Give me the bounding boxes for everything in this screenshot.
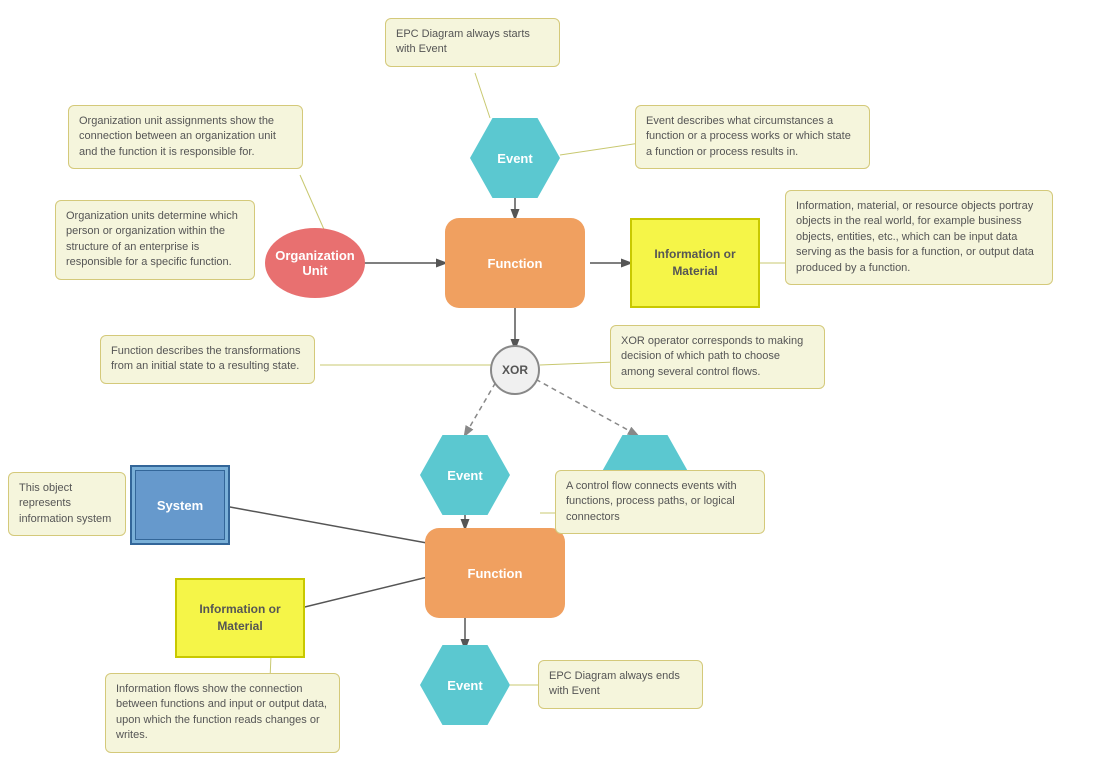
function-top-node: Function [445, 218, 585, 308]
system-label: System [130, 465, 230, 545]
xor-node: XOR [490, 345, 540, 395]
function-bottom-node: Function [425, 528, 565, 618]
event-bottom-shape: Event [420, 645, 510, 725]
callout-info-material-text: Information, material, or resource objec… [796, 200, 1034, 274]
callout-info-material: Information, material, or resource objec… [785, 190, 1053, 285]
callout-org-assignments-text: Organization unit assignments show the c… [79, 115, 276, 158]
callout-org-determine: Organization units determine which perso… [55, 200, 255, 280]
info-material-bottom-node: Information or Material [175, 578, 305, 658]
info-material-bottom-label: Information or Material [199, 601, 280, 635]
callout-org-assignments: Organization unit assignments show the c… [68, 105, 303, 169]
event-mid-left-shape: Event [420, 435, 510, 515]
callout-epc-ends-text: EPC Diagram always ends with Event [549, 670, 680, 697]
callout-function-describes: Function describes the transformations f… [100, 335, 315, 384]
event-top-label: Event [497, 151, 532, 166]
org-unit-label: Organization Unit [275, 248, 354, 278]
system-node: System [130, 465, 230, 545]
callout-xor-text: XOR operator corresponds to making decis… [621, 335, 803, 378]
info-material-top-label: Information or Material [654, 246, 735, 280]
event-mid-left-node: Event [420, 435, 510, 515]
callout-function-describes-text: Function describes the transformations f… [111, 345, 301, 372]
callout-info-flows: Information flows show the connection be… [105, 673, 340, 753]
xor-label: XOR [502, 363, 528, 377]
callout-this-object-text: This object represents information syste… [19, 482, 111, 525]
callout-event-describes-text: Event describes what circumstances a fun… [646, 115, 851, 158]
org-unit-node: Organization Unit [265, 228, 365, 298]
callout-epc-ends: EPC Diagram always ends with Event [538, 660, 703, 709]
event-top-node: Event [470, 118, 560, 198]
callout-event-describes: Event describes what circumstances a fun… [635, 105, 870, 169]
event-top-shape: Event [470, 118, 560, 198]
function-top-label: Function [488, 256, 543, 271]
callout-epc-starts: EPC Diagram always starts with Event [385, 18, 560, 67]
event-bottom-label: Event [447, 678, 482, 693]
callout-org-determine-text: Organization units determine which perso… [66, 210, 238, 268]
function-bottom-label: Function [468, 566, 523, 581]
callout-control-flow-text: A control flow connects events with func… [566, 480, 737, 523]
callout-info-flows-text: Information flows show the connection be… [116, 683, 327, 741]
callout-xor: XOR operator corresponds to making decis… [610, 325, 825, 389]
callout-this-object: This object represents information syste… [8, 472, 126, 536]
diagram-container: Event Organization Unit Function Informa… [0, 0, 1110, 780]
info-material-top-node: Information or Material [630, 218, 760, 308]
event-bottom-node: Event [420, 645, 510, 725]
event-mid-left-label: Event [447, 468, 482, 483]
callout-control-flow: A control flow connects events with func… [555, 470, 765, 534]
callout-epc-starts-text: EPC Diagram always starts with Event [396, 28, 530, 55]
